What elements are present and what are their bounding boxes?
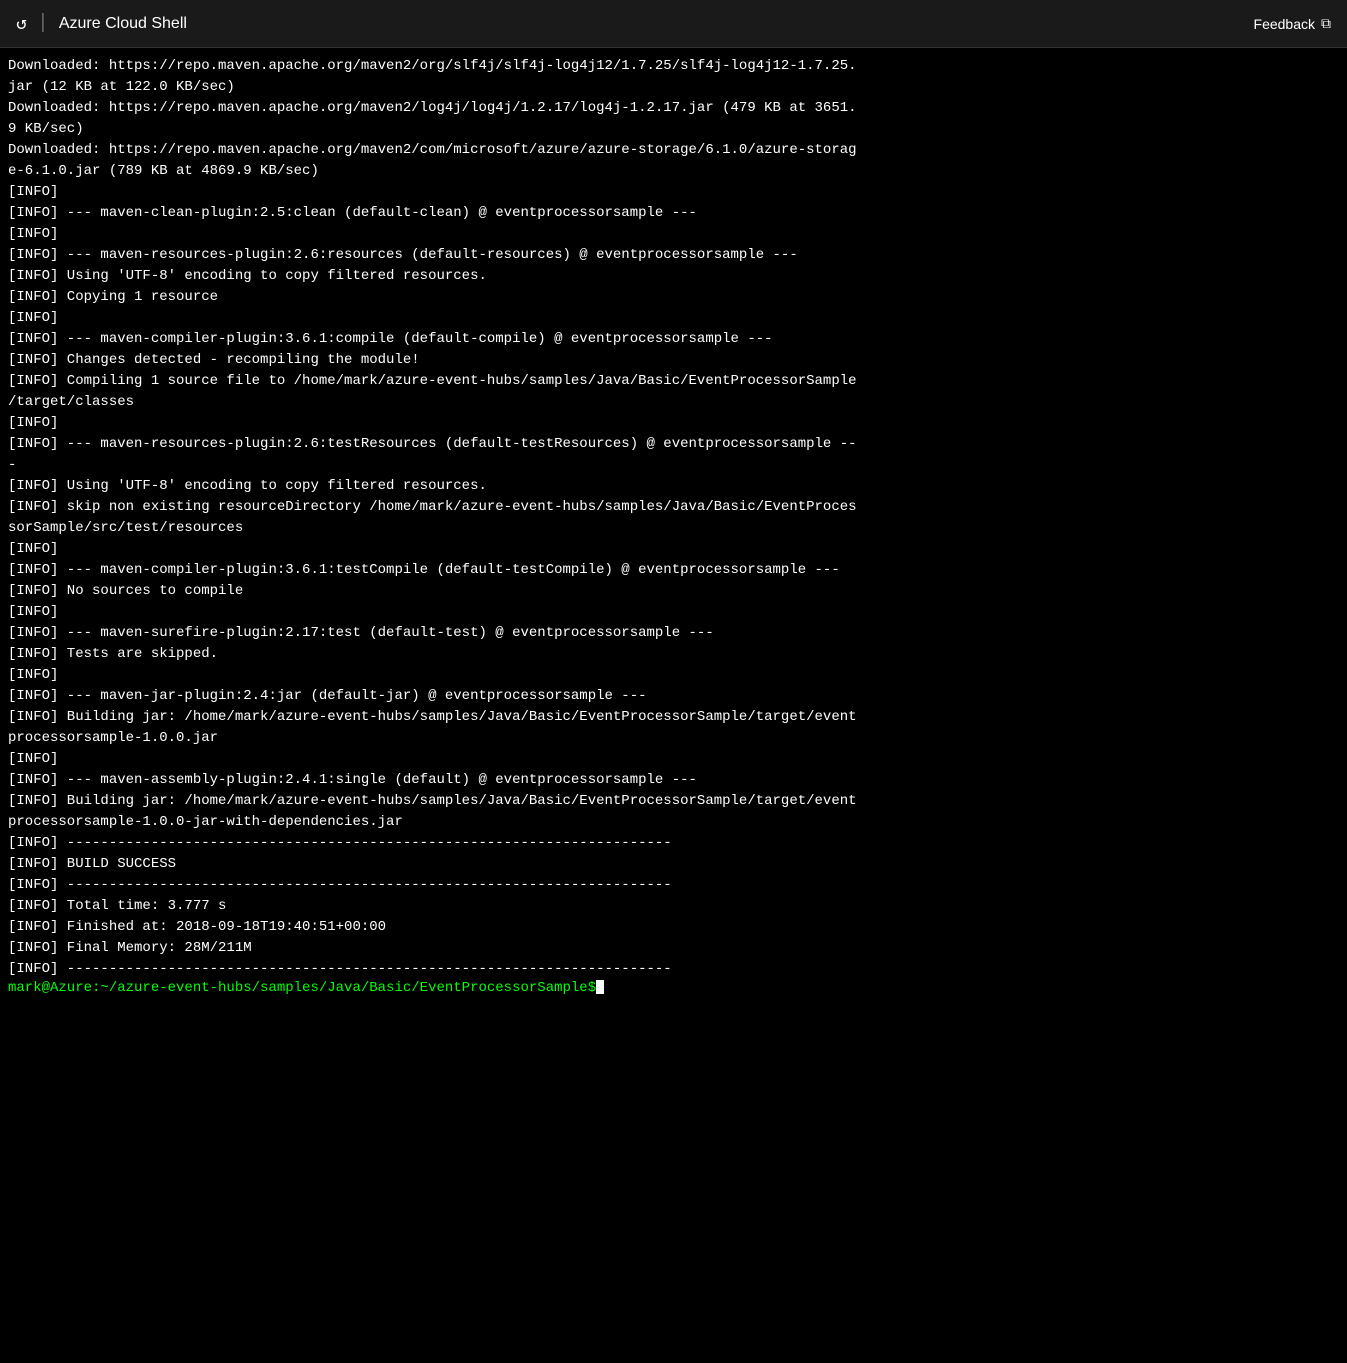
terminal-output: Downloaded: https://repo.maven.apache.or… [8, 56, 1343, 980]
refresh-icon[interactable]: ↺ [16, 13, 27, 35]
app-title: Azure Cloud Shell [59, 15, 187, 33]
divider: | [37, 12, 49, 35]
cursor [596, 980, 604, 994]
feedback-button[interactable]: Feedback ⧉ [1254, 15, 1331, 32]
prompt-path: mark@Azure:~/azure-event-hubs/samples/Ja… [8, 980, 596, 996]
feedback-label: Feedback [1254, 16, 1315, 32]
titlebar-left: ↺ | Azure Cloud Shell [16, 12, 187, 35]
terminal[interactable]: Downloaded: https://repo.maven.apache.or… [0, 48, 1347, 1363]
titlebar: ↺ | Azure Cloud Shell Feedback ⧉ [0, 0, 1347, 48]
external-link-icon: ⧉ [1321, 15, 1331, 32]
prompt-line: mark@Azure:~/azure-event-hubs/samples/Ja… [8, 980, 1343, 996]
